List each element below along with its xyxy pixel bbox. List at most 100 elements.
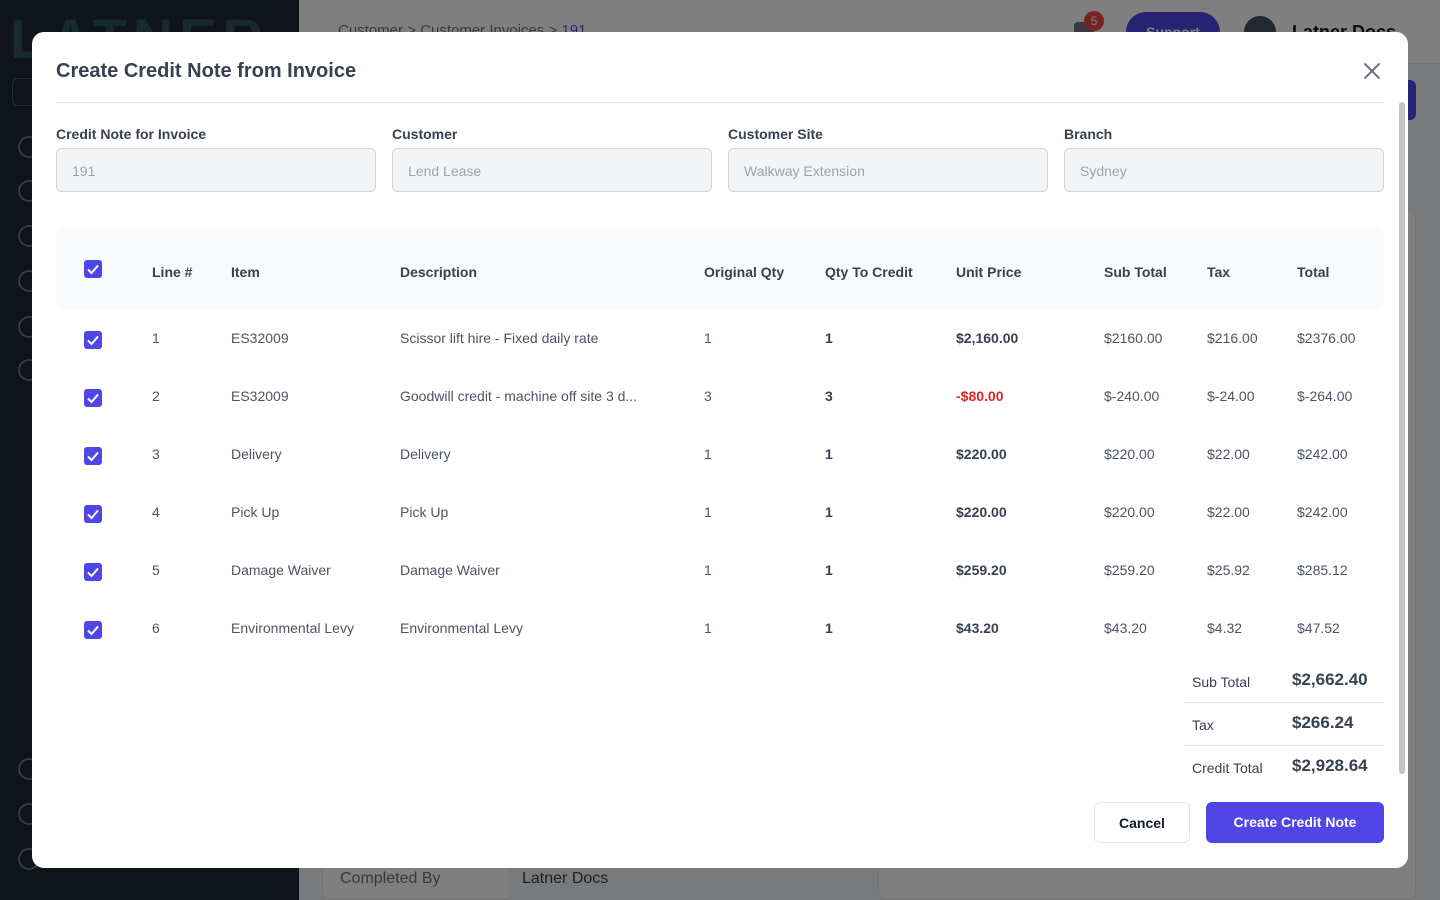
cell-item: ES32009	[231, 330, 289, 346]
col-sub-total: Sub Total	[1104, 264, 1167, 280]
customer-field: Customer Lend Lease	[392, 126, 712, 192]
col-item: Item	[231, 264, 260, 280]
cell-description: Goodwill credit - machine off site 3 d..…	[400, 388, 638, 404]
customer-site-field: Customer Site Walkway Extension	[728, 126, 1048, 192]
table-row: 5 Damage Waiver Damage Waiver 1 1 $259.2…	[56, 542, 1384, 600]
table-header: Line # Item Description Original Qty Qty…	[56, 228, 1384, 310]
tax-row: Tax $266.24	[1184, 703, 1384, 746]
cell-total: $-264.00	[1297, 388, 1353, 404]
cell-line: 5	[152, 562, 160, 578]
row-checkbox[interactable]	[84, 621, 102, 639]
cell-sub-total: $-240.00	[1104, 388, 1160, 404]
cell-item: Delivery	[231, 446, 282, 462]
cell-total: $2376.00	[1297, 330, 1356, 346]
cell-qty-to-credit[interactable]: 1	[825, 446, 833, 462]
cell-line: 4	[152, 504, 160, 520]
close-icon[interactable]	[1360, 59, 1384, 83]
cell-qty-to-credit[interactable]: 1	[825, 620, 833, 636]
cell-item: Pick Up	[231, 504, 280, 520]
cell-line: 1	[152, 330, 160, 346]
col-qty-to-credit: Qty To Credit	[825, 264, 913, 280]
invoice-input[interactable]: 191	[56, 148, 376, 192]
cell-sub-total: $2160.00	[1104, 330, 1163, 346]
cell-unit-price: $43.20	[956, 620, 999, 636]
cell-original-qty: 3	[704, 388, 712, 404]
cancel-button[interactable]: Cancel	[1094, 802, 1190, 843]
cell-total: $47.52	[1297, 620, 1340, 636]
cell-item: Damage Waiver	[231, 562, 331, 578]
credit-total-row: Credit Total $2,928.64	[1184, 746, 1384, 789]
field-label: Branch	[1064, 126, 1113, 142]
subtotal-value: $2,662.40	[1292, 670, 1368, 689]
cell-original-qty: 1	[704, 620, 712, 636]
field-label: Credit Note for Invoice	[56, 126, 207, 142]
cell-qty-to-credit[interactable]: 1	[825, 504, 833, 520]
col-unit-price: Unit Price	[956, 264, 1022, 280]
row-checkbox[interactable]	[84, 389, 102, 407]
row-checkbox[interactable]	[84, 563, 102, 581]
cell-total: $242.00	[1297, 446, 1348, 462]
select-all-checkbox[interactable]	[84, 260, 102, 278]
cell-description: Pick Up	[400, 504, 449, 520]
cell-unit-price: $220.00	[956, 504, 1007, 520]
tax-value: $266.24	[1292, 713, 1354, 732]
field-label: Customer Site	[728, 126, 823, 142]
cell-qty-to-credit[interactable]: 3	[825, 388, 833, 404]
table-row: 1 ES32009 Scissor lift hire - Fixed dail…	[56, 310, 1384, 368]
cell-line: 2	[152, 388, 160, 404]
cell-original-qty: 1	[704, 562, 712, 578]
cell-unit-price: -$80.00	[956, 388, 1004, 404]
subtotal-label: Sub Total	[1192, 674, 1251, 690]
cell-unit-price: $259.20	[956, 562, 1007, 578]
cell-original-qty: 1	[704, 504, 712, 520]
cell-total: $285.12	[1297, 562, 1348, 578]
cell-tax: $22.00	[1207, 446, 1250, 462]
create-credit-note-button[interactable]: Create Credit Note	[1206, 802, 1384, 843]
modal-title: Create Credit Note from Invoice	[56, 60, 357, 82]
cell-qty-to-credit[interactable]: 1	[825, 562, 833, 578]
tax-label: Tax	[1192, 717, 1214, 733]
cell-item: Environmental Levy	[231, 620, 354, 636]
invoice-field: Credit Note for Invoice 191	[56, 126, 376, 192]
cell-original-qty: 1	[704, 330, 712, 346]
branch-input[interactable]: Sydney	[1064, 148, 1384, 192]
cell-description: Damage Waiver	[400, 562, 500, 578]
cell-tax: $22.00	[1207, 504, 1250, 520]
cell-tax: $25.92	[1207, 562, 1250, 578]
modal-scrollbar[interactable]	[1399, 102, 1405, 774]
field-label: Customer	[392, 126, 458, 142]
customer-site-input[interactable]: Walkway Extension	[728, 148, 1048, 192]
cell-description: Environmental Levy	[400, 620, 523, 636]
table-row: 3 Delivery Delivery 1 1 $220.00 $220.00 …	[56, 426, 1384, 484]
table-row: 6 Environmental Levy Environmental Levy …	[56, 600, 1384, 658]
col-line: Line #	[152, 264, 193, 280]
cell-sub-total: $43.20	[1104, 620, 1147, 636]
cell-line: 6	[152, 620, 160, 636]
cell-description: Delivery	[400, 446, 451, 462]
row-checkbox[interactable]	[84, 331, 102, 349]
credit-total-label: Credit Total	[1192, 760, 1263, 776]
branch-field: Branch Sydney	[1064, 126, 1384, 192]
header-divider	[56, 102, 1384, 103]
cell-tax: $-24.00	[1207, 388, 1255, 404]
cell-sub-total: $220.00	[1104, 446, 1155, 462]
col-tax: Tax	[1207, 264, 1231, 280]
credit-total-value: $2,928.64	[1292, 756, 1368, 775]
col-original-qty: Original Qty	[704, 264, 785, 280]
cell-tax: $4.32	[1207, 620, 1243, 636]
customer-input[interactable]: Lend Lease	[392, 148, 712, 192]
subtotal-row: Sub Total $2,662.40	[1184, 660, 1384, 703]
credit-note-modal: Create Credit Note from Invoice Credit N…	[32, 32, 1408, 868]
cell-sub-total: $220.00	[1104, 504, 1155, 520]
cell-original-qty: 1	[704, 446, 712, 462]
cell-sub-total: $259.20	[1104, 562, 1155, 578]
cell-qty-to-credit[interactable]: 1	[825, 330, 833, 346]
cell-description: Scissor lift hire - Fixed daily rate	[400, 330, 599, 346]
col-description: Description	[400, 264, 478, 280]
row-checkbox[interactable]	[84, 447, 102, 465]
row-checkbox[interactable]	[84, 505, 102, 523]
cell-unit-price: $220.00	[956, 446, 1007, 462]
table-row: 4 Pick Up Pick Up 1 1 $220.00 $220.00 $2…	[56, 484, 1384, 542]
cell-line: 3	[152, 446, 160, 462]
table-row: 2 ES32009 Goodwill credit - machine off …	[56, 368, 1384, 426]
